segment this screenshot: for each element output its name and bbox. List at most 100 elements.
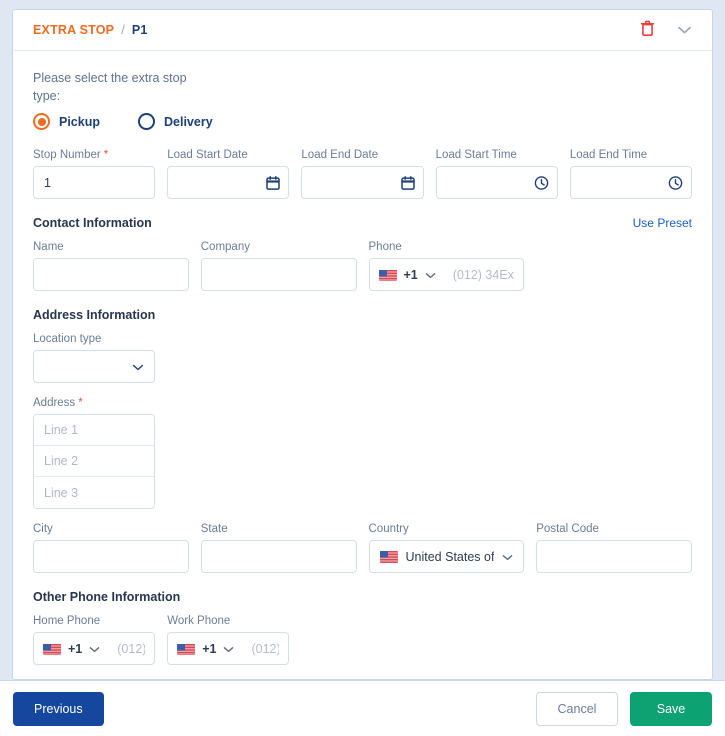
- radio-label-delivery: Delivery: [164, 114, 213, 129]
- field-home-phone: Home Phone +1 (012) 34Ext: [33, 615, 156, 666]
- home-phone-input[interactable]: [117, 641, 146, 656]
- us-flag-icon: [379, 550, 398, 563]
- other-phone-spacer-2: [436, 615, 558, 679]
- work-phone-dial-code[interactable]: +1: [202, 642, 216, 656]
- load-start-time-wrap: [435, 166, 558, 200]
- work-phone-input[interactable]: [251, 641, 280, 656]
- field-address-lines: Address *: [33, 397, 156, 510]
- field-country: Country United States of: [368, 523, 525, 574]
- state-input[interactable]: [200, 540, 357, 574]
- card-body: Please select the extra stop type: Picku…: [13, 51, 712, 679]
- contact-name-input[interactable]: [33, 258, 189, 292]
- location-type-spacer-1: [167, 333, 289, 397]
- country-value: United States of A: [405, 549, 495, 564]
- contact-row: Name Company Phone +1 (012) 34Ext: [33, 241, 692, 305]
- save-button[interactable]: Save: [630, 691, 712, 726]
- load-start-date-wrap: [167, 166, 290, 200]
- label-location-type: Location type: [33, 333, 102, 346]
- breadcrumb-separator: /: [121, 23, 125, 37]
- other-phone-spacer-1: [301, 615, 423, 679]
- use-preset-link[interactable]: Use Preset: [633, 216, 692, 230]
- contact-information-header: Contact Information Use Preset: [33, 216, 692, 230]
- city-input[interactable]: [33, 540, 189, 574]
- field-contact-phone: Phone +1 (012) 34Ext: [368, 241, 525, 292]
- field-load-end-date: Load End Date: [301, 149, 424, 200]
- label-postal-code: Postal Code: [536, 523, 599, 536]
- address-spacer-3: [436, 397, 558, 523]
- field-work-phone: Work Phone +1 (012) 34Ext: [167, 615, 290, 666]
- address-spacer-4: [570, 397, 692, 523]
- load-end-date-input[interactable]: [301, 166, 424, 200]
- other-phone-spacer-3: [570, 615, 692, 679]
- radio-option-delivery[interactable]: Delivery: [138, 113, 213, 131]
- card-area: EXTRA STOP / P1 Please select the extra …: [0, 0, 725, 680]
- delete-stop-button[interactable]: [638, 18, 657, 42]
- chevron-down-icon: [502, 550, 513, 564]
- chevron-down-icon[interactable]: [89, 640, 100, 658]
- load-start-date-input[interactable]: [167, 166, 290, 200]
- location-type-spacer-2: [301, 333, 423, 397]
- address-lines-row: Address *: [33, 397, 692, 523]
- field-load-start-time: Load Start Time: [435, 149, 558, 200]
- stop-type-prompt: Please select the extra stop type:: [33, 71, 187, 104]
- address-information-header: Address Information: [33, 308, 692, 322]
- label-load-start-date: Load Start Date: [167, 149, 248, 162]
- contact-phone-control: +1: [368, 258, 525, 292]
- breadcrumb: EXTRA STOP / P1: [33, 23, 148, 37]
- extra-stop-card: EXTRA STOP / P1 Please select the extra …: [12, 9, 713, 680]
- location-type-row: Location type: [33, 333, 692, 397]
- home-phone-dial-code[interactable]: +1: [68, 642, 82, 656]
- location-type-select[interactable]: [33, 350, 156, 384]
- load-end-date-wrap: [301, 166, 424, 200]
- address-spacer-1: [167, 397, 289, 523]
- label-contact-name: Name: [33, 241, 64, 254]
- previous-button[interactable]: Previous: [13, 691, 104, 726]
- contact-information-title: Contact Information: [33, 216, 152, 231]
- chevron-down-icon[interactable]: [425, 266, 436, 284]
- radio-dot-pickup: [33, 113, 50, 131]
- collapse-section-button[interactable]: [675, 21, 694, 40]
- address-line-group: [33, 414, 156, 510]
- breadcrumb-current: P1: [131, 23, 148, 37]
- contact-company-input[interactable]: [200, 258, 357, 292]
- load-end-time-input[interactable]: [569, 166, 693, 200]
- load-start-time-input[interactable]: [435, 166, 558, 200]
- stop-number-input[interactable]: [33, 166, 156, 200]
- label-contact-phone: Phone: [368, 241, 402, 254]
- cancel-button[interactable]: Cancel: [536, 691, 618, 726]
- address-line-3-input[interactable]: [34, 477, 155, 509]
- contact-phone-dial-code[interactable]: +1: [404, 268, 418, 282]
- label-city: City: [33, 523, 53, 536]
- other-phone-information-title: Other Phone Information: [33, 590, 181, 605]
- field-city: City: [33, 523, 189, 574]
- home-phone-control: +1: [33, 632, 156, 666]
- address-line-1-input[interactable]: [34, 415, 155, 447]
- radio-option-pickup[interactable]: Pickup: [33, 113, 100, 131]
- us-flag-icon: [177, 643, 196, 655]
- work-phone-control: +1: [167, 632, 290, 666]
- stop-type-radio-group: Pickup Delivery: [33, 113, 692, 131]
- label-load-end-date: Load End Date: [301, 149, 379, 162]
- breadcrumb-main[interactable]: EXTRA STOP: [33, 23, 114, 37]
- contact-phone-input[interactable]: [452, 267, 515, 282]
- required-marker: *: [78, 397, 83, 410]
- label-contact-company: Company: [200, 241, 250, 254]
- field-contact-name: Name: [33, 241, 189, 292]
- field-contact-company: Company: [200, 241, 357, 292]
- label-stop-number: Stop Number *: [33, 149, 109, 162]
- field-stop-number: Stop Number *: [33, 149, 156, 200]
- address-line-2-input[interactable]: [34, 446, 155, 478]
- card-header: EXTRA STOP / P1: [13, 10, 712, 51]
- us-flag-icon: [43, 643, 61, 655]
- country-select[interactable]: United States of A: [368, 540, 525, 574]
- other-phone-row: Home Phone +1 (012) 34Ext Work Phone +1 …: [33, 615, 692, 679]
- field-load-start-date: Load Start Date: [167, 149, 290, 200]
- label-address: Address *: [33, 397, 83, 410]
- chevron-down-icon[interactable]: [223, 640, 234, 658]
- schedule-row: Stop Number* Load Start Date: [33, 149, 693, 213]
- header-actions: [638, 18, 694, 42]
- city-state-country-row: City State Country United States of Post…: [33, 523, 692, 587]
- postal-code-input[interactable]: [536, 540, 692, 574]
- chevron-down-icon: [677, 23, 692, 38]
- field-postal-code: Postal Code: [536, 523, 692, 574]
